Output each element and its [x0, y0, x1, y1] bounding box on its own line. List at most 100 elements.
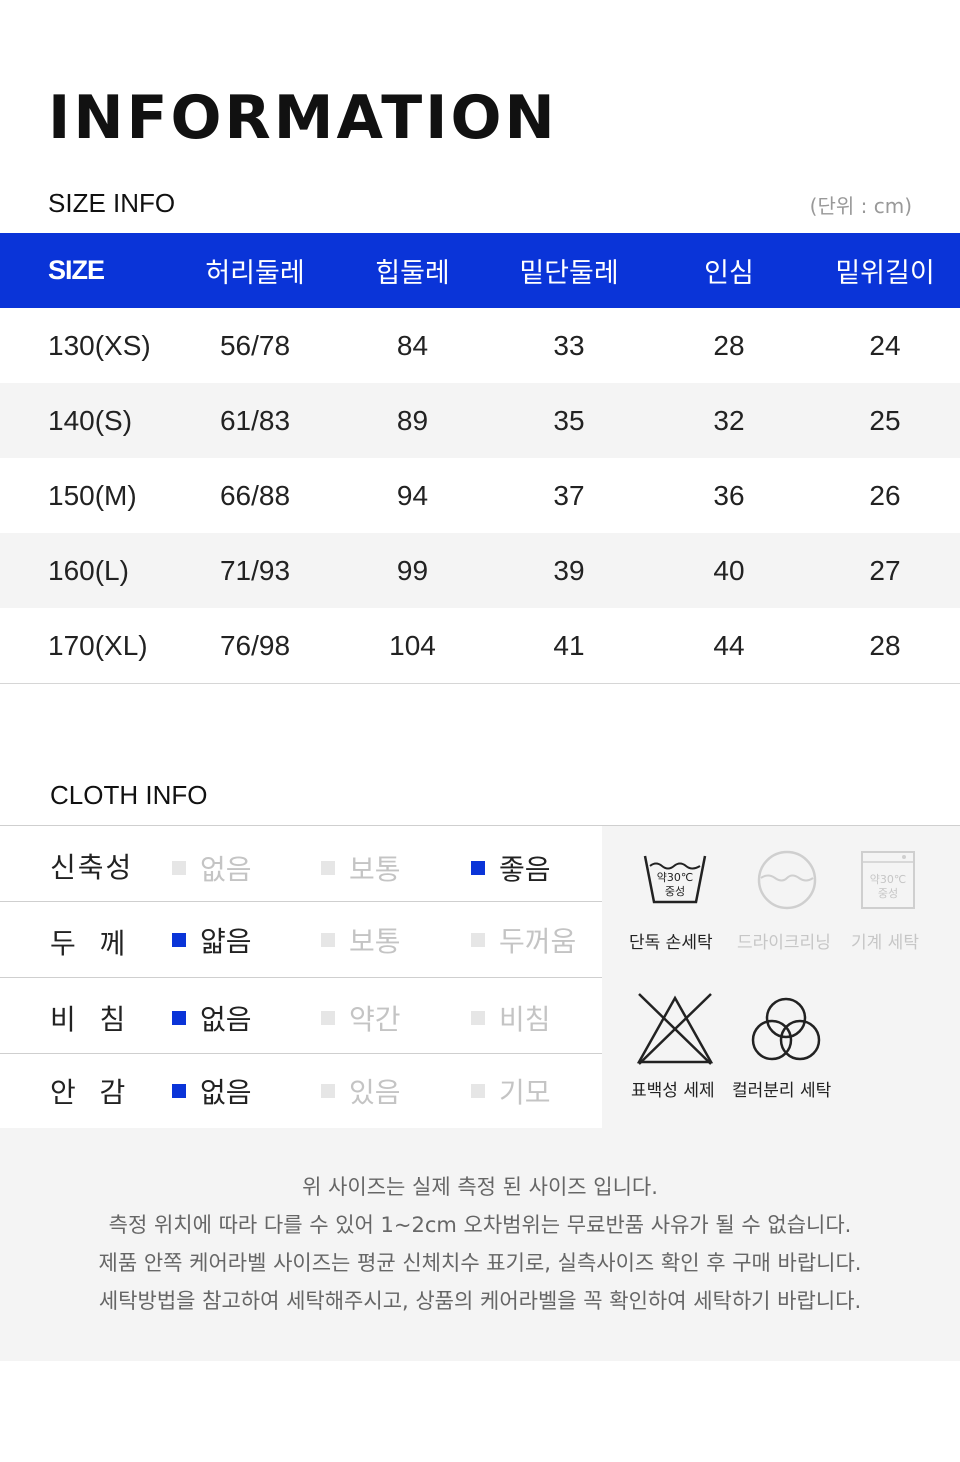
cloth-option-text: 없음 [200, 853, 252, 886]
color-separate-label: 컬러분리 세탁 [732, 1081, 832, 1101]
checkbox-square-icon [321, 1011, 335, 1025]
cloth-option: 두꺼움 [471, 920, 576, 960]
table-cell: 84 [396, 329, 429, 361]
cloth-option: 없음 [172, 848, 252, 888]
hand-wash-icon: 약30℃ 중성 [643, 855, 707, 904]
checkbox-square-icon [471, 933, 485, 947]
note-line: 세탁방법을 참고하여 세탁해주시고, 상품의 케어라벨을 꼭 확인하여 세탁하기… [98, 1289, 862, 1313]
checkbox-square-icon [471, 861, 485, 875]
size-table: SIZE 허리둘레 힙둘레 밑단둘레 인심 밑위길이 130(XS) 56/78… [0, 233, 960, 684]
cloth-option-text: 없음 [200, 1003, 252, 1036]
cloth-option-text: 약간 [349, 1003, 401, 1036]
table-cell: 24 [869, 329, 901, 361]
cloth-option: 약간 [321, 998, 401, 1038]
no-bleach-icon [636, 993, 714, 1065]
hand-wash-detergent: 중성 [665, 885, 685, 898]
table-cell: 28 [810, 608, 960, 684]
table-cell: 76/98 [175, 608, 335, 684]
cloth-row-thickness: 두 께 얇음 보통 두꺼움 [0, 902, 602, 978]
table-cell: 35 [490, 383, 648, 458]
checkbox-square-icon [172, 1084, 186, 1098]
cloth-info-label: CLOTH INFO [50, 780, 208, 810]
table-cell: 61/83 [175, 383, 335, 458]
note-line: 제품 안쪽 케어라벨 사이즈는 평균 신체치수 표기로, 실측사이즈 확인 후 … [98, 1251, 862, 1275]
table-cell: 89 [335, 383, 490, 458]
cloth-option-text: 두꺼움 [499, 925, 577, 958]
table-cell: 170(XL) [0, 608, 175, 684]
cloth-option-selected: 없음 [172, 998, 252, 1038]
cloth-option-selected: 좋음 [471, 848, 551, 888]
checkbox-square-icon [471, 1011, 485, 1025]
checkbox-square-icon [321, 1084, 335, 1098]
cloth-row-label: 신축성 [50, 851, 134, 884]
dry-clean-label: 드라이크리닝 [737, 933, 831, 953]
cloth-option-text: 좋음 [499, 853, 551, 886]
cloth-row-label: 두 께 [50, 927, 128, 960]
table-cell: 26 [869, 479, 901, 511]
table-cell: 33 [553, 329, 585, 361]
table-cell: 94 [396, 479, 429, 511]
table-row: 140(S) 61/83 89 35 32 25 [0, 383, 960, 458]
table-row: 130(XS) 56/78 84 33 28 24 [0, 308, 960, 383]
checkbox-square-icon [321, 861, 335, 875]
table-cell: 37 [553, 479, 585, 511]
cloth-row-label: 안 감 [50, 1076, 128, 1109]
cloth-row-stretch: 신축성 없음 보통 좋음 [0, 826, 602, 902]
machine-wash-label: 기계 세탁 [851, 933, 919, 953]
cloth-row-label: 비 침 [50, 1003, 128, 1036]
hand-wash-label: 단독 손세탁 [629, 933, 713, 953]
header-waist: 허리둘레 [175, 233, 335, 308]
table-row: 160(L) 71/93 99 39 40 27 [0, 533, 960, 608]
header-hem: 밑단둘레 [490, 233, 648, 308]
table-cell: 39 [490, 533, 648, 608]
table-cell: 99 [335, 533, 490, 608]
table-cell: 104 [335, 608, 490, 684]
cloth-option-text: 보통 [349, 853, 401, 886]
cloth-option-text: 기모 [499, 1076, 551, 1109]
table-cell: 140(S) [0, 383, 175, 458]
cloth-option: 있음 [321, 1071, 401, 1111]
table-row: 150(M) 66/88 94 37 36 26 [0, 458, 960, 533]
header-size: SIZE [0, 233, 175, 308]
size-info-label: SIZE INFO [48, 188, 176, 218]
page-title: INFORMATION [48, 83, 558, 153]
table-cell: 36 [713, 479, 745, 511]
unit-label: (단위 : cm) [809, 194, 912, 218]
machine-wash-temp: 약30℃ [870, 872, 906, 886]
table-cell: 71/93 [175, 533, 335, 608]
table-cell: 66/88 [219, 479, 291, 511]
table-cell: 130(XS) [48, 329, 151, 361]
cloth-option-text: 없음 [200, 1076, 252, 1109]
header-rise: 밑위길이 [810, 233, 960, 308]
checkbox-square-icon [321, 933, 335, 947]
cloth-info-panel: 신축성 없음 보통 좋음 두 께 얇음 보통 두꺼움 비 침 없음 약간 비침 … [0, 825, 960, 1129]
cloth-option: 비침 [471, 998, 551, 1038]
header-hip: 힙둘레 [335, 233, 490, 308]
cloth-option: 보통 [321, 920, 401, 960]
checkbox-square-icon [172, 1011, 186, 1025]
table-cell: 41 [490, 608, 648, 684]
no-bleach-label: 표백성 세제 [631, 1081, 715, 1101]
cloth-option: 기모 [471, 1071, 551, 1111]
care-panel: 약30℃ 중성 단독 손세탁 드라이크리닝 약30℃ 중성 기계 세탁 표백성 … [602, 826, 960, 1128]
checkbox-square-icon [172, 861, 186, 875]
checkbox-square-icon [471, 1084, 485, 1098]
table-cell: 44 [648, 608, 810, 684]
table-cell: 27 [810, 533, 960, 608]
cloth-option-text: 있음 [349, 1076, 401, 1109]
note-line: 측정 위치에 따라 다를 수 있어 1~2cm 오차범위는 무료반품 사유가 될… [108, 1213, 852, 1237]
header-inseam: 인심 [648, 233, 810, 308]
dry-clean-icon [757, 850, 817, 910]
cloth-row-transparency: 비 침 없음 약간 비침 [0, 978, 602, 1054]
table-cell: 32 [648, 383, 810, 458]
table-cell: 150(M) [48, 479, 137, 511]
machine-wash-detergent: 중성 [878, 887, 898, 900]
cloth-option-selected: 얇음 [172, 920, 252, 960]
hand-wash-temp: 약30℃ [657, 870, 693, 884]
table-cell: 28 [713, 329, 745, 361]
cloth-option-text: 비침 [499, 1003, 551, 1036]
cloth-option: 보통 [321, 848, 401, 888]
cloth-option-text: 얇음 [200, 925, 252, 958]
cloth-option-text: 보통 [349, 925, 401, 958]
checkbox-square-icon [172, 933, 186, 947]
